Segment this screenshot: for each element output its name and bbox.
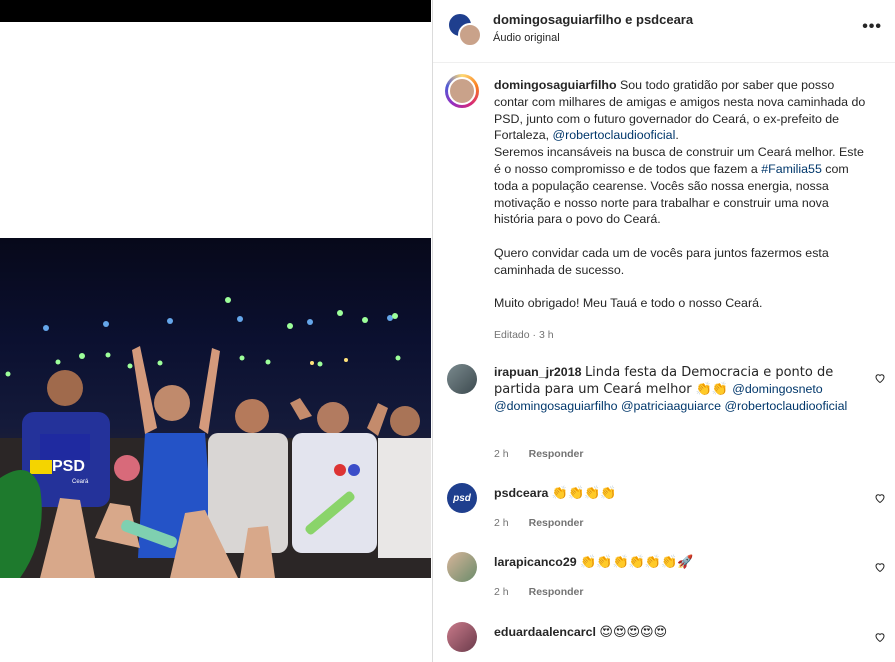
reply-button[interactable]: Responder (529, 586, 584, 598)
commenter-avatar[interactable] (447, 364, 477, 394)
post-caption: domingosaguiarfilho Sou todo gratidão po… (494, 77, 866, 312)
post-photo[interactable]: PSD Ceará (0, 238, 431, 578)
caption-text-3: Quero convidar cada um de vocês para jun… (494, 245, 829, 277)
comment-time: 2 h (494, 448, 509, 460)
psd-logo-text: psd (453, 492, 471, 504)
media-top-bar (0, 0, 431, 22)
comment-text: irapuan_jr2018 Linda festa da Democracia… (494, 364, 864, 415)
post-header: domingosaguiarfilho e psdceara Áudio ori… (433, 0, 895, 63)
caption-text-4: Muito obrigado! Meu Tauá e todo o nosso … (494, 296, 763, 311)
original-audio-link[interactable]: Áudio original (493, 32, 560, 44)
comment-body: 👏👏👏👏👏👏🚀 (580, 555, 694, 570)
like-heart-icon[interactable] (874, 631, 886, 643)
comment-meta: 2 h Responder (494, 448, 583, 460)
comment-text: eduardaalencarcl 😍😍😍😍😍 (494, 624, 864, 641)
comment-meta: 2 h Responder (494, 517, 583, 529)
commenter-avatar[interactable] (447, 622, 477, 652)
post-media[interactable]: PSD Ceará (0, 0, 431, 662)
comment-text: larapicanco29 👏👏👏👏👏👏🚀 (494, 554, 864, 571)
comment-body: 👏👏👏👏 (551, 486, 617, 501)
caption-author-avatar[interactable] (445, 74, 479, 108)
mention-robertoclaudiooficial[interactable]: @robertoclaudiooficial (553, 128, 676, 142)
comment-meta: 2 h Responder (494, 586, 583, 598)
reply-button[interactable]: Responder (529, 517, 584, 529)
caption-username[interactable]: domingosaguiarfilho (494, 78, 617, 92)
author-avatar-icon[interactable] (458, 23, 482, 47)
commenter-avatar[interactable] (447, 552, 477, 582)
like-heart-icon[interactable] (874, 492, 886, 504)
hashtag-familia55[interactable]: #Familia55 (761, 162, 822, 176)
reply-button[interactable]: Responder (529, 448, 584, 460)
caption-text-1b: . (675, 128, 679, 143)
mention-robertoclaudiooficial[interactable]: @robertoclaudiooficial (724, 399, 847, 413)
avatar-photo (448, 77, 476, 105)
more-options-icon[interactable]: ••• (862, 18, 882, 36)
comment-username[interactable]: psdceara (494, 486, 548, 500)
commenter-avatar[interactable]: psd (447, 483, 477, 513)
comment-username[interactable]: larapicanco29 (494, 555, 577, 569)
comment-username[interactable]: irapuan_jr2018 (494, 365, 581, 379)
mention-domingosneto[interactable]: @domingosneto (732, 382, 822, 396)
like-heart-icon[interactable] (874, 561, 886, 573)
comment-time: 2 h (494, 586, 509, 598)
like-heart-icon[interactable] (874, 372, 886, 384)
mention-patriciaaguiarce[interactable]: @patriciaaguiarce (621, 399, 721, 413)
comment-username[interactable]: eduardaalencarcl (494, 625, 596, 639)
comment-time: 2 h (494, 517, 509, 529)
post-authors[interactable]: domingosaguiarfilho e psdceara (493, 12, 693, 27)
shirt-ceara-text: Ceará (72, 479, 89, 485)
post-side-panel: domingosaguiarfilho e psdceara Áudio ori… (432, 0, 895, 662)
comment-body: 😍😍😍😍😍 (599, 625, 668, 640)
caption-edited-time: Editado · 3 h (494, 329, 554, 341)
shirt-psd-text: PSD (52, 458, 85, 475)
rally-illustration: PSD Ceará (0, 297, 431, 578)
comment-text: psdceara 👏👏👏👏 (494, 485, 864, 502)
mention-domingosaguiarfilho[interactable]: @domingosaguiarfilho (494, 399, 617, 413)
